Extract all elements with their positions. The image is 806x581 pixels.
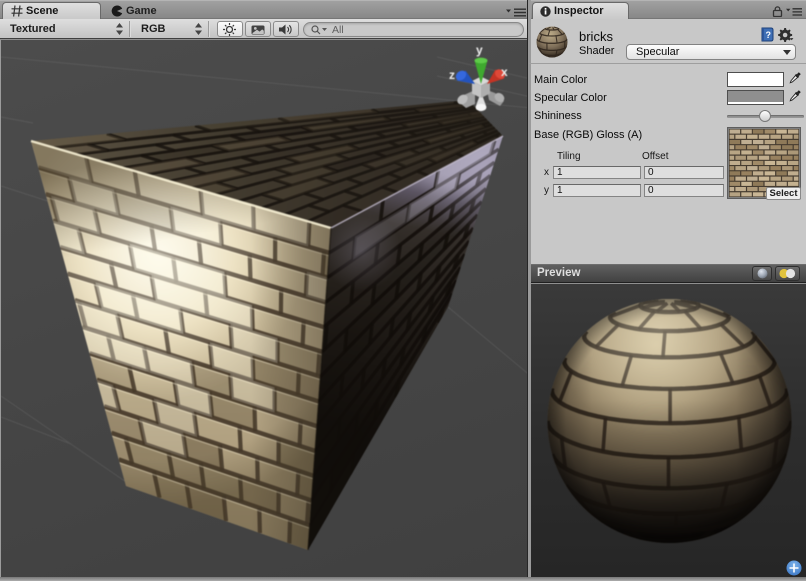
svg-text:?: ? [766, 30, 772, 40]
svg-text:z: z [449, 68, 455, 82]
svg-text:y: y [476, 43, 483, 57]
svg-text:x: x [501, 65, 508, 79]
